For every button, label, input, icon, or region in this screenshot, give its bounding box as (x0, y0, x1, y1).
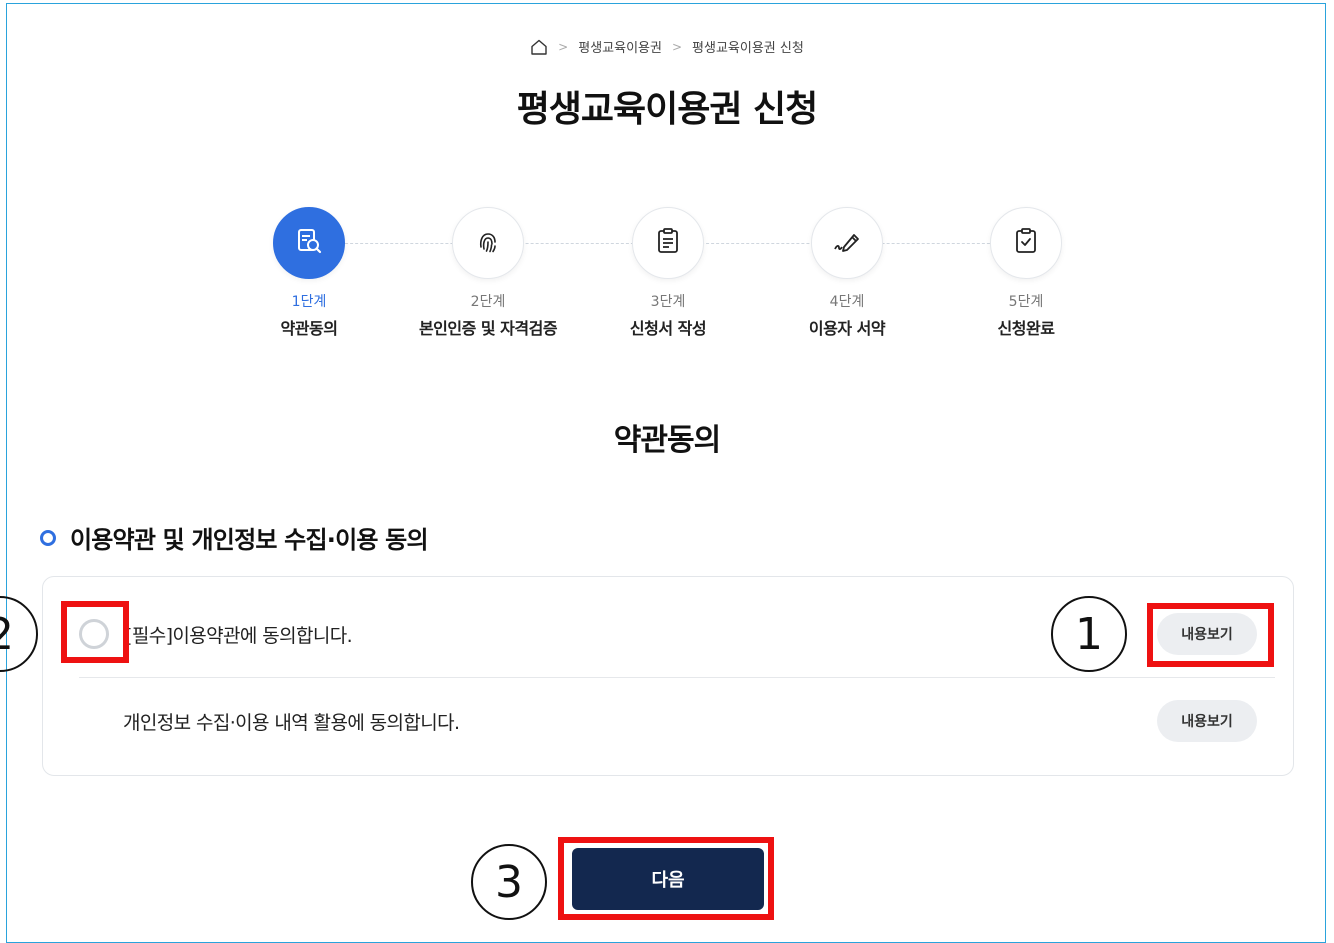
pen-sign-icon (832, 227, 862, 259)
step-circle (632, 207, 704, 279)
agreement-heading: 이용약관 및 개인정보 수집·이용 동의 (40, 520, 429, 555)
agreement-heading-text: 이용약관 및 개인정보 수집·이용 동의 (70, 526, 429, 554)
clipboard-form-icon (655, 227, 681, 259)
step-2: 2단계 본인인증 및 자격검증 (398, 207, 578, 339)
step-circle (273, 207, 345, 279)
highlight-box-view-terms (1147, 603, 1274, 667)
row-divider (79, 677, 1275, 678)
agree-terms-label[interactable]: [필수]이용약관에 동의합니다. (125, 621, 353, 648)
breadcrumb-item-apply[interactable]: 평생교육이용권 신청 (692, 37, 804, 56)
annotation-marker-1: 1 (1051, 596, 1127, 672)
chevron-right-icon: > (558, 39, 569, 54)
step-label: 본인인증 및 자격검증 (418, 319, 558, 338)
breadcrumb: > 평생교육이용권 > 평생교육이용권 신청 (0, 37, 1334, 56)
fingerprint-icon (474, 227, 502, 259)
home-icon[interactable] (530, 38, 548, 56)
step-label: 신청완료 (997, 319, 1055, 338)
step-number: 2단계 (470, 294, 506, 310)
step-number: 1단계 (291, 294, 327, 310)
step-circle (811, 207, 883, 279)
step-number: 5단계 (1008, 294, 1044, 310)
step-5: 5단계 신청완료 (936, 207, 1116, 339)
document-search-icon (294, 226, 324, 260)
step-label: 신청서 작성 (629, 319, 707, 338)
step-4: 4단계 이용자 서약 (757, 207, 937, 339)
annotation-marker-3: 3 (471, 844, 547, 920)
agree-privacy-label[interactable]: 개인정보 수집·이용 내역 활용에 동의합니다. (123, 708, 460, 735)
chevron-right-icon: > (671, 39, 683, 54)
step-circle (990, 207, 1062, 279)
page-title: 평생교육이용권 신청 (516, 89, 819, 130)
section-title: 약관동의 (613, 423, 721, 458)
highlight-box-radio (61, 601, 129, 663)
highlight-box-next (558, 837, 774, 920)
breadcrumb-item-voucher[interactable]: 평생교육이용권 (578, 37, 662, 56)
step-circle (452, 207, 524, 279)
step-label: 약관동의 (280, 319, 338, 338)
clipboard-check-icon (1013, 227, 1039, 259)
step-label: 이용자 서약 (808, 319, 886, 338)
step-number: 3단계 (650, 294, 686, 310)
page-frame (6, 3, 1326, 943)
progress-stepper: 1단계 약관동의 2단계 본인인증 및 자격검증 3단계 신청서 작성 4단계 … (0, 207, 1334, 347)
view-privacy-button[interactable]: 내용보기 (1157, 700, 1257, 742)
step-number: 4단계 (829, 294, 865, 310)
step-1: 1단계 약관동의 (219, 207, 399, 339)
step-3: 3단계 신청서 작성 (578, 207, 758, 339)
bullet-icon (40, 529, 56, 546)
agreement-row-privacy: 개인정보 수집·이용 내역 활용에 동의합니다. 내용보기 (43, 691, 1293, 751)
